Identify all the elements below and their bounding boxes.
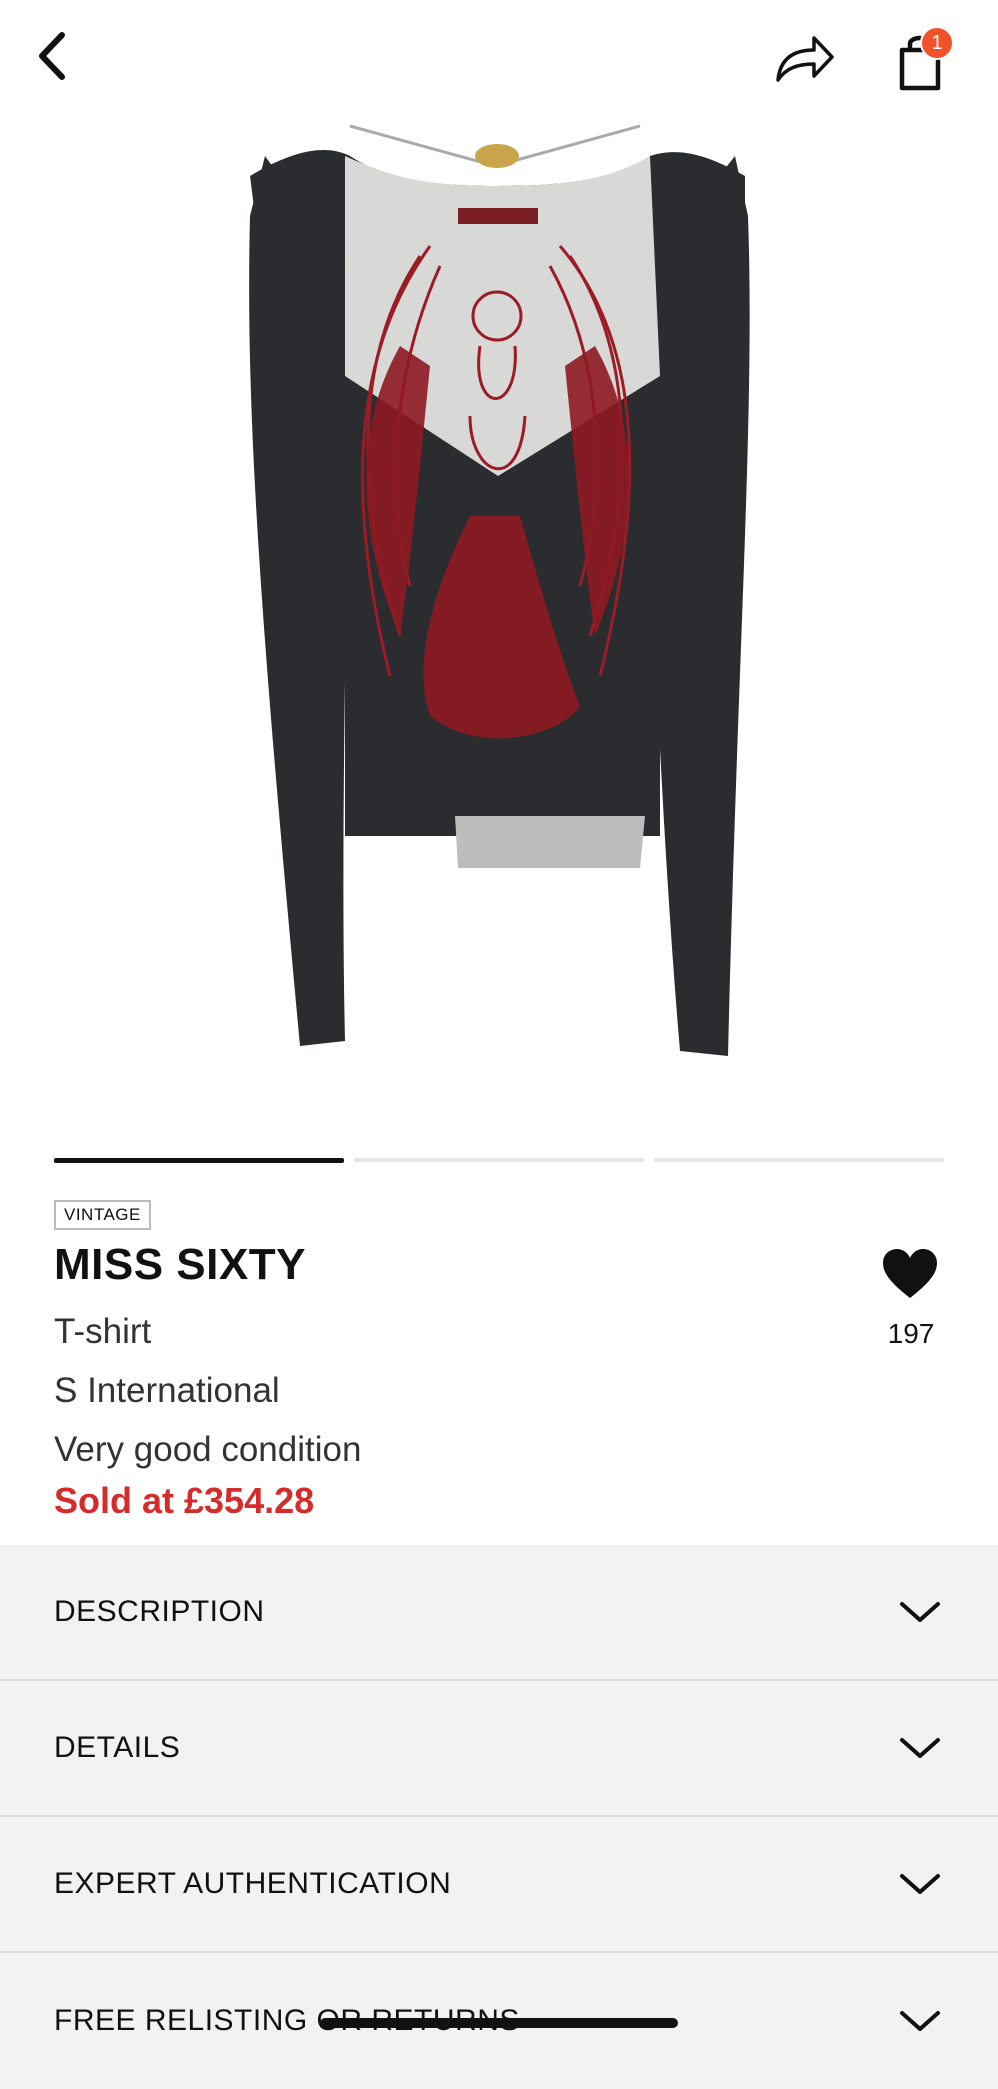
section-label: DESCRIPTION [54, 1595, 265, 1628]
section-details[interactable]: DETAILS [0, 1681, 998, 1817]
product-image [249, 124, 750, 1056]
section-label: EXPERT AUTHENTICATION [54, 1867, 452, 1900]
product-size: S International [54, 1371, 280, 1410]
pager-segment-3[interactable] [654, 1158, 944, 1162]
chevron-down-icon [900, 1738, 940, 1758]
shopping-bag-button[interactable]: 1 [890, 22, 960, 92]
pager-segment-1[interactable] [54, 1158, 344, 1163]
product-type: T-shirt [54, 1312, 152, 1351]
share-button[interactable] [770, 26, 840, 90]
chevron-down-icon [900, 2011, 940, 2031]
share-arrow-icon [776, 36, 834, 82]
chevron-left-icon [39, 32, 65, 80]
like-button[interactable] [880, 1248, 940, 1305]
like-count: 197 [887, 1318, 935, 1349]
heart-icon [883, 1249, 937, 1298]
product-condition: Very good condition [54, 1430, 362, 1469]
image-pager [54, 1158, 944, 1163]
section-expert-authentication[interactable]: EXPERT AUTHENTICATION [0, 1817, 998, 1953]
brand-name[interactable]: MISS SIXTY [54, 1240, 306, 1290]
section-label: DETAILS [54, 1731, 181, 1764]
product-image-gallery[interactable] [0, 116, 998, 1116]
chevron-down-icon [900, 1874, 940, 1894]
back-button[interactable] [22, 26, 82, 86]
section-description[interactable]: DESCRIPTION [0, 1545, 998, 1681]
info-sections: DESCRIPTION DETAILS EXPERT AUTHENTICATIO… [0, 1545, 998, 2089]
sold-price: Sold at £354.28 [54, 1480, 315, 1521]
vintage-badge: VINTAGE [54, 1200, 151, 1230]
home-indicator [320, 2018, 678, 2028]
top-bar: 1 [0, 0, 998, 116]
pager-segment-2[interactable] [354, 1158, 644, 1162]
cart-count-badge: 1 [920, 26, 954, 60]
chevron-down-icon [900, 1602, 940, 1622]
